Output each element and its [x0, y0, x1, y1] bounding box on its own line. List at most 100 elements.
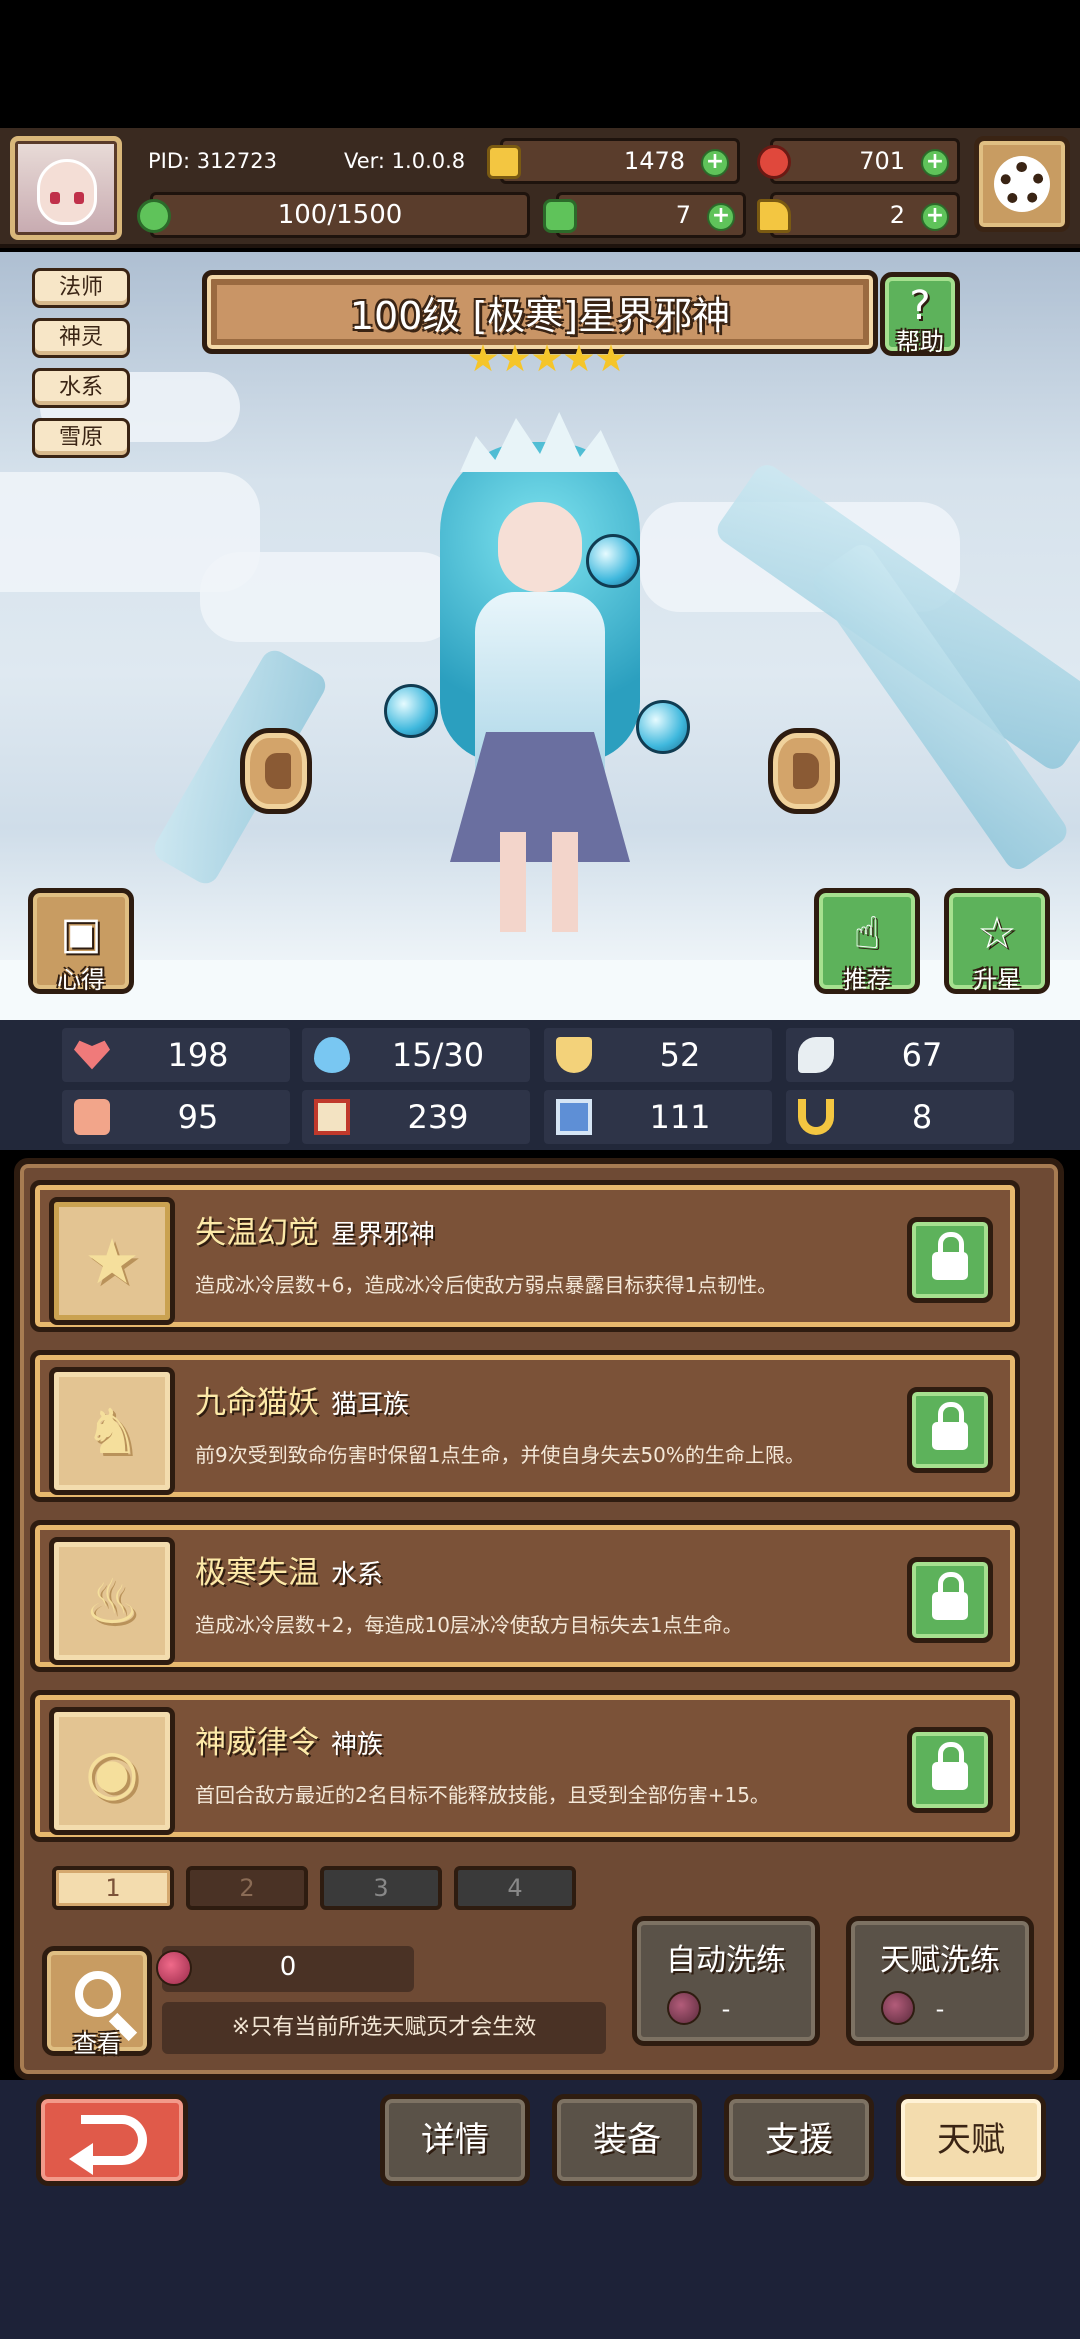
trait-source: 星界邪神 — [331, 1220, 436, 1250]
star-emblem-icon: ★ — [84, 1224, 140, 1298]
trait-source: 神族 — [331, 1730, 384, 1760]
add-boot-button[interactable]: + — [921, 203, 949, 231]
trait-lock-button[interactable] — [907, 1387, 993, 1473]
arrow-left-icon — [265, 753, 291, 789]
tab-details[interactable]: 详情 — [380, 2094, 530, 2186]
tab-equipment[interactable]: 装备 — [552, 2094, 702, 2186]
resource-hud: PID: 312723 Ver: 1.0.0.8 1478 + 701 + 10… — [0, 128, 1080, 248]
talent-page-tab-1[interactable]: 1 — [52, 1866, 174, 1910]
hero-sprite[interactable] — [380, 352, 700, 952]
help-label: 帮助 — [896, 328, 944, 356]
add-clover-button[interactable]: + — [707, 203, 735, 231]
clover-icon — [543, 199, 577, 233]
tag-snowfield: 雪原 — [32, 418, 130, 458]
back-button[interactable] — [36, 2094, 188, 2186]
trait-name: 极寒失温 — [195, 1555, 319, 1591]
hero-scene: 法师 神灵 水系 雪原 100级 [极寒]星界邪神 ? 帮助 ▣ 心得 ☝ 推荐… — [0, 252, 1080, 1020]
heart-icon — [74, 1040, 110, 1070]
ice-orb — [384, 684, 438, 738]
gem-value: 701 — [859, 147, 905, 175]
talent-wash-label: 天赋洗练 — [880, 1943, 1000, 1978]
lock-icon — [932, 1572, 968, 1620]
talent-page-tab-4[interactable]: 4 — [454, 1866, 576, 1910]
bottom-navigation: 详情 装备 支援 天赋 — [0, 2080, 1080, 2339]
prev-hero-button[interactable] — [240, 728, 312, 814]
boot-value: 2 — [889, 201, 905, 229]
wing-icon — [798, 1037, 834, 1073]
player-id: PID: 312723 — [148, 149, 277, 173]
talent-wash-button[interactable]: 天赋洗练 - — [846, 1916, 1034, 2046]
upgrade-star-button[interactable]: ☆ 升星 — [944, 888, 1050, 994]
shield-icon — [556, 1037, 592, 1073]
trait-icon: ♞ — [49, 1367, 175, 1495]
mana-value: 15/30 — [391, 1036, 485, 1074]
talent-wash-cost: - — [935, 1995, 945, 2023]
hp-value: 198 — [167, 1036, 229, 1074]
status-bar — [0, 0, 1080, 128]
exp-value: 100/1500 — [277, 200, 403, 230]
gold-value: 1478 — [623, 147, 685, 175]
book-icon: ▣ — [60, 907, 102, 959]
tab-talent[interactable]: 天赋 — [896, 2094, 1046, 2186]
player-avatar[interactable] — [10, 136, 122, 240]
talent-page-tab-3[interactable]: 3 — [320, 1866, 442, 1910]
clover-value: 7 — [675, 201, 691, 229]
trait-icon: ★ — [49, 1197, 175, 1325]
trait-lock-button[interactable] — [907, 1557, 993, 1643]
stats-panel: 198 15/30 52 67 95 239 111 8 — [0, 1020, 1080, 1150]
gear-icon — [1000, 162, 1044, 206]
add-gold-button[interactable]: + — [701, 149, 729, 177]
view-label: 查看 — [73, 2030, 121, 2058]
arrow-right-icon — [793, 753, 819, 789]
trait-icon: ♨ — [49, 1537, 175, 1665]
hero-leg — [552, 832, 578, 932]
return-arrowhead-icon — [69, 2143, 93, 2175]
trait-title: 神威律令 神族 — [195, 1717, 383, 1762]
trait-icon: ◉ — [49, 1707, 175, 1835]
divine-emblem-icon: ◉ — [84, 1734, 140, 1808]
help-button[interactable]: ? 帮助 — [880, 272, 960, 356]
trait-card[interactable]: ◉ 神威律令 神族 首回合敌方最近的2名目标不能释放技能，且受到全部伤害+15。 — [30, 1690, 1020, 1842]
trait-card[interactable]: ♨ 极寒失温 水系 造成冰冷层数+2，每造成10层冰冷使敌方目标失去1点生命。 — [30, 1520, 1020, 1672]
trait-description: 造成冰冷层数+2，每造成10层冰冷使敌方目标失去1点生命。 — [195, 1613, 743, 1637]
trait-card[interactable]: ★ 失温幻觉 星界邪神 造成冰冷层数+6，造成冰冷后使敌方弱点暴露目标获得1点韧性… — [30, 1180, 1020, 1332]
lock-icon — [932, 1402, 968, 1450]
horseshoe-icon — [798, 1099, 834, 1135]
trait-name: 失温幻觉 — [195, 1215, 319, 1251]
stat-defense: 52 — [544, 1028, 772, 1082]
boot-icon — [757, 199, 791, 233]
settings-button[interactable] — [974, 136, 1070, 232]
version-label: Ver: 1.0.0.8 — [344, 149, 466, 173]
tab-support[interactable]: 支援 — [724, 2094, 874, 2186]
add-gem-button[interactable]: + — [921, 149, 949, 177]
auto-wash-button[interactable]: 自动洗练 - — [632, 1916, 820, 2046]
next-hero-button[interactable] — [768, 728, 840, 814]
stat-mana: 15/30 — [302, 1028, 530, 1082]
lock-icon — [932, 1232, 968, 1280]
trait-card[interactable]: ♞ 九命猫妖 猫耳族 前9次受到致命伤害时保留1点生命，并使自身失去50%的生命上… — [30, 1350, 1020, 1502]
auto-wash-label: 自动洗练 — [666, 1943, 786, 1978]
trait-lock-button[interactable] — [907, 1217, 993, 1303]
red-gem-icon — [757, 145, 791, 179]
gold-coin-icon — [487, 145, 521, 179]
stat-magic: 239 — [302, 1090, 530, 1144]
view-button[interactable]: 查看 — [42, 1946, 152, 2058]
thumbs-up-icon: ☝ — [853, 907, 881, 959]
tag-mage: 法师 — [32, 268, 130, 308]
spellbook-icon — [314, 1099, 350, 1135]
gem-counter: 701 + — [757, 138, 960, 184]
trait-name: 神威律令 — [195, 1725, 319, 1761]
trait-lock-button[interactable] — [907, 1727, 993, 1813]
avatar-eye — [74, 192, 84, 204]
notes-button[interactable]: ▣ 心得 — [28, 888, 134, 994]
talent-page-tab-2[interactable]: 2 — [186, 1866, 308, 1910]
recommend-button[interactable]: ☝ 推荐 — [814, 888, 920, 994]
armor-value: 111 — [649, 1098, 711, 1136]
water-emblem-icon: ♨ — [84, 1564, 140, 1638]
stat-attack: 95 — [62, 1090, 290, 1144]
water-drop-icon — [314, 1037, 350, 1073]
armor-scroll-icon — [556, 1099, 592, 1135]
hero-leg — [500, 832, 526, 932]
auto-wash-cost: - — [721, 1995, 731, 2023]
magnifier-icon — [75, 1971, 121, 2017]
